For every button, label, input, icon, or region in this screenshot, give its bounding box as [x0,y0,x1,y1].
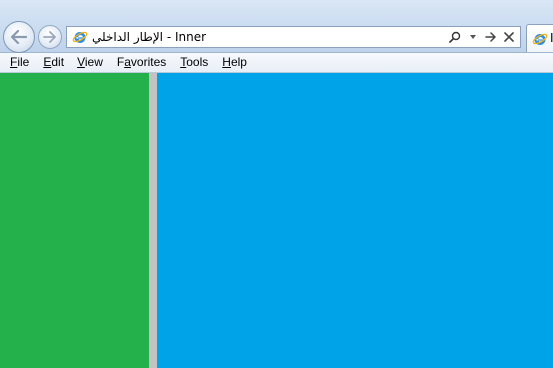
menu-favorites[interactable]: Favorites [117,54,166,71]
menu-view[interactable]: View [77,54,103,71]
back-arrow-icon [10,30,28,44]
internet-explorer-icon [72,31,88,43]
go-arrow-icon [485,32,496,42]
close-icon [504,32,514,42]
menu-tools[interactable]: Tools [180,54,208,71]
dropdown-arrow-icon [470,35,476,39]
page-content [0,73,553,368]
address-text: الإطار الداخلي - Inner [92,30,207,44]
menu-edit[interactable]: Edit [43,54,64,71]
back-button[interactable] [3,21,35,53]
browser-tab[interactable]: I [526,24,553,52]
search-icon [449,31,461,43]
address-tools [448,29,516,45]
forward-arrow-icon [43,31,56,43]
browser-toolbar: الإطار الداخلي - Inner I [0,0,553,53]
forward-button[interactable] [38,25,62,49]
stop-button[interactable] [502,29,516,45]
go-button[interactable] [484,29,498,45]
frame-splitter[interactable] [149,73,157,368]
address-dropdown-button[interactable] [466,29,480,45]
menu-help[interactable]: Help [222,54,247,71]
internet-explorer-icon [532,33,548,45]
menu-bar: File Edit View Favorites Tools Help [0,53,553,73]
address-bar[interactable]: الإطار الداخلي - Inner [66,26,521,48]
right-frame [157,73,553,368]
menu-file[interactable]: File [10,54,29,71]
search-button[interactable] [448,29,462,45]
left-frame [0,73,149,368]
